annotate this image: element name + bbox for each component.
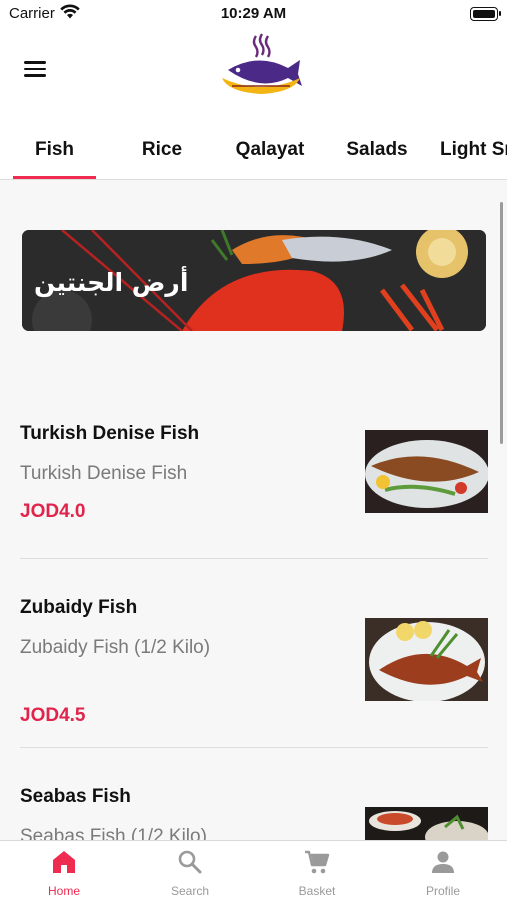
- promo-banner[interactable]: أرض الجنتين: [22, 230, 486, 331]
- tabbar-home[interactable]: Home: [1, 841, 127, 900]
- tab-qalayat[interactable]: Qalayat: [224, 120, 316, 178]
- divider: [20, 747, 488, 748]
- item-description: Turkish Denise Fish: [20, 463, 188, 484]
- menu-item[interactable]: Turkish Denise Fish Turkish Denise Fish …: [20, 420, 488, 522]
- menu-item[interactable]: Zubaidy Fish Zubaidy Fish (1/2 Kilo) JOD…: [20, 594, 488, 726]
- person-icon: [432, 851, 454, 873]
- item-name: Seabas Fish: [20, 786, 131, 807]
- cart-icon: [305, 850, 330, 874]
- menu-icon[interactable]: [24, 61, 46, 77]
- item-name: Zubaidy Fish: [20, 597, 138, 618]
- tab-salads[interactable]: Salads: [336, 120, 418, 178]
- home-icon: [53, 851, 75, 873]
- item-name: Turkish Denise Fish: [20, 423, 200, 444]
- tabbar-basket[interactable]: Basket: [254, 841, 380, 900]
- tabbar-label: Home: [47, 884, 80, 898]
- tabbar-profile[interactable]: Profile: [380, 841, 506, 900]
- bottom-tab-bar: Home Search Basket Profile: [0, 840, 507, 900]
- tabbar-search[interactable]: Search: [127, 841, 253, 900]
- tab-light[interactable]: Light Sr: [440, 120, 507, 178]
- banner-text: أرض الجنتين: [34, 268, 189, 297]
- app-header: [0, 30, 507, 120]
- status-bar: Carrier 10:29 AM: [0, 0, 507, 30]
- divider: [20, 558, 488, 559]
- tab-rice[interactable]: Rice: [122, 120, 202, 178]
- clock: 10:29 AM: [220, 5, 287, 22]
- tabbar-label: Search: [170, 884, 210, 898]
- item-image: [365, 807, 488, 840]
- search-icon: [178, 850, 202, 874]
- tab-fish[interactable]: Fish: [13, 120, 96, 179]
- battery-icon: [470, 7, 501, 21]
- menu-item[interactable]: Seabas Fish Seabas Fish (1/2 Kilo): [20, 783, 488, 840]
- item-image: [365, 618, 488, 701]
- tabbar-label: Basket: [298, 884, 336, 898]
- category-tabs: Fish Rice Qalayat Salads Light Sr: [0, 120, 507, 180]
- item-description: Seabas Fish (1/2 Kilo): [20, 826, 207, 840]
- item-description: Zubaidy Fish (1/2 Kilo): [20, 637, 211, 658]
- tabbar-label: Profile: [425, 884, 460, 898]
- menu-content[interactable]: أرض الجنتين Turkish Denise Fish Turkish …: [0, 180, 507, 840]
- item-image: [365, 430, 488, 513]
- item-price: JOD4.0: [20, 501, 86, 522]
- scrollbar[interactable]: [500, 202, 503, 444]
- item-price: JOD4.5: [20, 705, 86, 726]
- fish-plate-logo-icon: [222, 33, 302, 94]
